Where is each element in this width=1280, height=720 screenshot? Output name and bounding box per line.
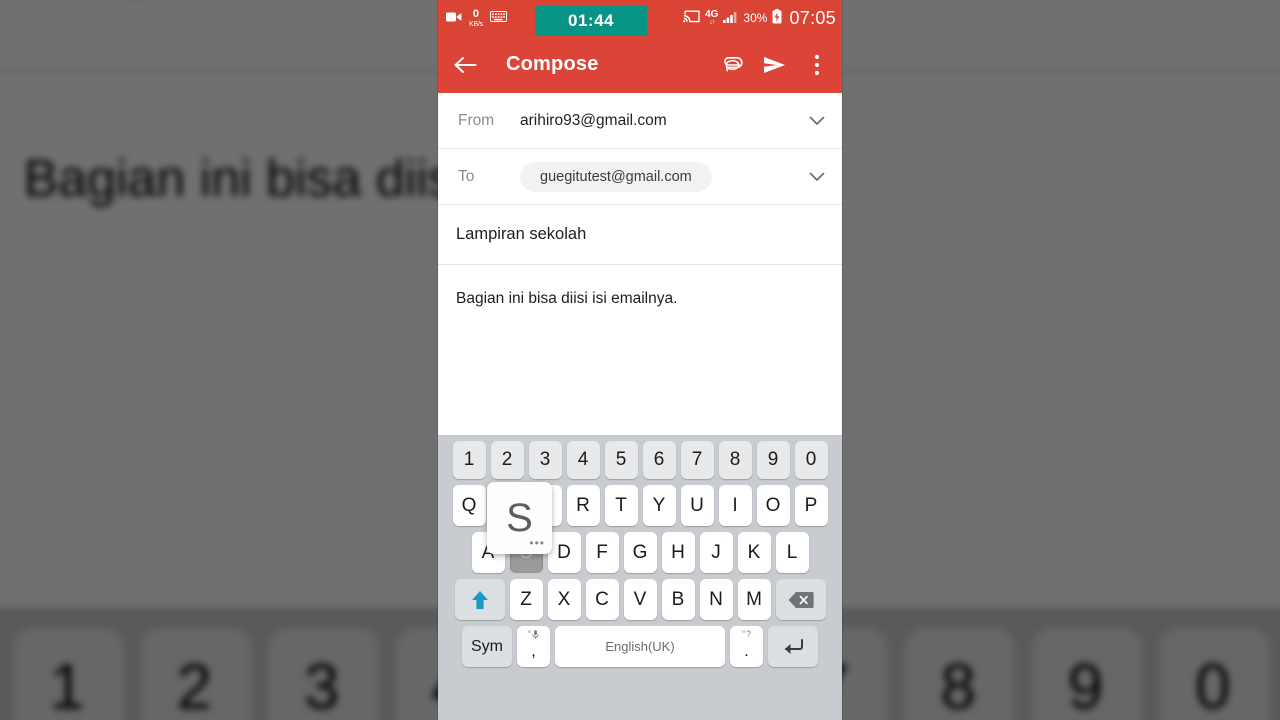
microphone-icon xyxy=(532,629,539,639)
key-n[interactable]: N xyxy=(699,579,733,620)
paperclip-icon[interactable] xyxy=(720,52,746,78)
recording-timer-badge: 01:44 xyxy=(535,6,647,36)
signal-bars-icon xyxy=(723,11,738,26)
keyboard-icon xyxy=(489,11,507,25)
comma-key[interactable]: “ , xyxy=(517,626,550,667)
key-p[interactable]: P xyxy=(794,485,828,526)
comma-key-sup: “ xyxy=(528,629,539,639)
period-key-label: . xyxy=(744,641,749,660)
on-screen-keyboard: 1 2 3 4 5 6 7 8 9 0 Q W E R T Y U I O xyxy=(438,435,842,720)
key-m[interactable]: M xyxy=(737,579,771,620)
status-bar-right: 4G ↓↑ 30% 07:05 xyxy=(683,8,836,29)
quote-marks: “ xyxy=(528,629,531,639)
key-q[interactable]: Q xyxy=(452,485,486,526)
keyboard-row-numbers: 1 2 3 4 5 6 7 8 9 0 xyxy=(442,441,838,479)
send-icon[interactable] xyxy=(762,52,788,78)
chevron-down-icon[interactable] xyxy=(806,172,828,182)
battery-charging-icon xyxy=(772,9,782,27)
network-arrows: ↓↑ xyxy=(709,19,715,26)
status-bar-left: 0 KB/s xyxy=(446,7,507,28)
recipient-chip[interactable]: guegitutest@gmail.com xyxy=(520,161,712,192)
back-arrow-icon[interactable] xyxy=(452,52,478,78)
chevron-down-icon[interactable] xyxy=(806,116,828,126)
key-u[interactable]: U xyxy=(680,485,714,526)
enter-return-icon[interactable] xyxy=(768,626,818,667)
key-preview-popup: S ••• xyxy=(487,482,552,554)
data-rate-unit: KB/s xyxy=(469,20,483,28)
key-t[interactable]: T xyxy=(604,485,638,526)
app-bar-actions xyxy=(720,52,830,78)
key-z[interactable]: Z xyxy=(509,579,543,620)
key-7[interactable]: 7 xyxy=(680,441,714,479)
key-y[interactable]: Y xyxy=(642,485,676,526)
period-key[interactable]: “ ? . xyxy=(730,626,763,667)
page-title: Compose xyxy=(506,53,599,75)
key-b[interactable]: B xyxy=(661,579,695,620)
app-bar: Compose xyxy=(438,36,842,93)
sym-key[interactable]: Sym xyxy=(462,626,512,667)
subject-value: Lampiran sekolah xyxy=(456,225,587,243)
screenshot-stage: From arihiro93@gmail.com To guegitutest@… xyxy=(0,0,1280,720)
key-r[interactable]: R xyxy=(566,485,600,526)
key-0[interactable]: 0 xyxy=(794,441,828,479)
from-label: From xyxy=(458,111,495,129)
key-v[interactable]: V xyxy=(623,579,657,620)
key-j[interactable]: J xyxy=(699,532,733,573)
key-f[interactable]: F xyxy=(585,532,619,573)
recipient-chip-container: guegitutest@gmail.com xyxy=(520,161,798,192)
key-preview-letter: S xyxy=(506,495,533,540)
more-vertical-icon[interactable] xyxy=(804,52,830,78)
keyboard-row-function: Sym “ , English(UK) “ ? . xyxy=(442,626,838,667)
cast-icon xyxy=(683,10,700,26)
key-5[interactable]: 5 xyxy=(604,441,638,479)
key-x[interactable]: X xyxy=(547,579,581,620)
key-1[interactable]: 1 xyxy=(452,441,486,479)
subject-field-row[interactable]: Lampiran sekolah xyxy=(438,205,842,265)
body-value: Bagian ini bisa diisi isi emailnya. xyxy=(456,290,678,307)
key-h[interactable]: H xyxy=(661,532,695,573)
period-key-sup-label: ? xyxy=(745,629,751,639)
from-field-row[interactable]: From arihiro93@gmail.com xyxy=(438,93,842,149)
key-k[interactable]: K xyxy=(737,532,771,573)
phone-screen: 0 KB/s 01:44 4G ↓↑ 30% 07:05 Compose Fro… xyxy=(438,0,842,720)
key-4[interactable]: 4 xyxy=(566,441,600,479)
key-8[interactable]: 8 xyxy=(718,441,752,479)
to-label: To xyxy=(458,167,475,185)
key-g[interactable]: G xyxy=(623,532,657,573)
key-o[interactable]: O xyxy=(756,485,790,526)
key-i[interactable]: I xyxy=(718,485,752,526)
from-value: arihiro93@gmail.com xyxy=(520,111,667,129)
key-2[interactable]: 2 xyxy=(490,441,524,479)
comma-key-label: , xyxy=(531,641,536,660)
network-type-indicator: 4G ↓↑ xyxy=(705,10,718,27)
battery-percent: 30% xyxy=(743,11,768,25)
period-key-sup: “ ? xyxy=(742,629,751,639)
data-rate-indicator: 0 KB/s xyxy=(469,7,483,28)
key-d[interactable]: D xyxy=(547,532,581,573)
data-rate-value: 0 xyxy=(472,7,480,20)
body-field[interactable]: Bagian ini bisa diisi isi emailnya. xyxy=(438,265,842,415)
shift-arrow-icon[interactable] xyxy=(454,579,505,620)
key-preview-more-dots: ••• xyxy=(529,536,545,550)
status-bar: 0 KB/s 01:44 4G ↓↑ 30% 07:05 xyxy=(438,0,842,36)
to-field-row[interactable]: To guegitutest@gmail.com xyxy=(438,149,842,205)
key-3[interactable]: 3 xyxy=(528,441,562,479)
video-camera-icon xyxy=(446,11,462,26)
space-key[interactable]: English(UK) xyxy=(555,626,725,667)
backspace-icon[interactable] xyxy=(775,579,826,620)
key-6[interactable]: 6 xyxy=(642,441,676,479)
keyboard-row-bottom: Z X C V B N M xyxy=(442,579,838,620)
key-9[interactable]: 9 xyxy=(756,441,790,479)
quote-marks: “ xyxy=(741,629,745,639)
key-l[interactable]: L xyxy=(775,532,809,573)
key-c[interactable]: C xyxy=(585,579,619,620)
status-bar-clock: 07:05 xyxy=(789,7,836,28)
